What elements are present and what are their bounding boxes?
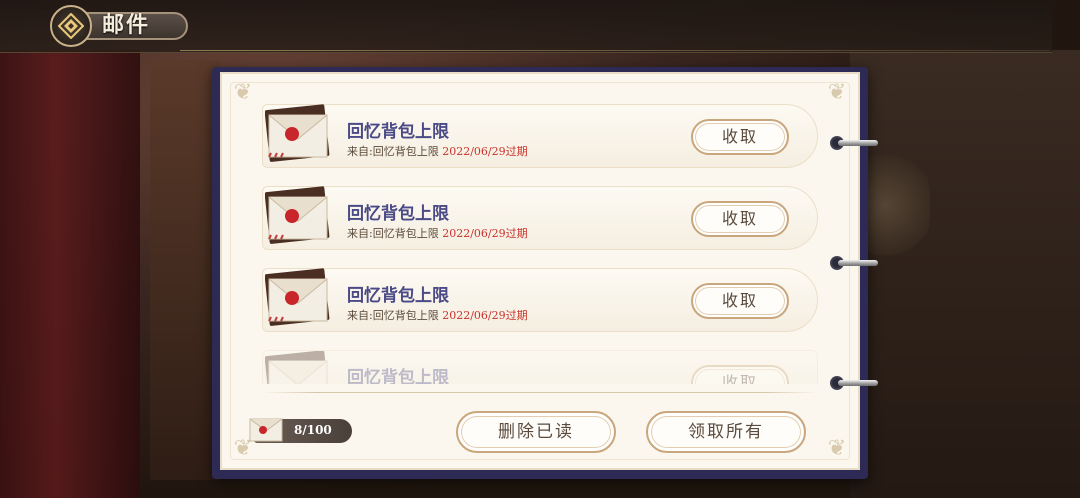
background-wall xyxy=(850,50,1080,498)
envelope-icon xyxy=(265,104,330,162)
mail-meta: 来自:回忆背包上限 2022/06/29过期 xyxy=(347,307,528,323)
corner-ornament-icon: ❦ xyxy=(827,436,847,461)
mail-meta: 来自:回忆背包上限 2022/06/29过期 xyxy=(347,143,528,159)
mail-panel: ❦ ❦ ❦ ❦ 回忆背包上限 来自:回忆背包上限 2022/06/29过期 收取… xyxy=(220,72,860,470)
mail-expiry: 2022/06/29过期 xyxy=(442,309,528,322)
diamond-emblem-icon[interactable] xyxy=(50,5,92,47)
mail-expiry: 2022/06/29过期 xyxy=(442,227,528,240)
corner-ornament-icon: ❦ xyxy=(233,80,253,105)
mail-title: 回忆背包上限 xyxy=(347,204,449,224)
mail-item[interactable]: 回忆背包上限 来自:回忆背包上限 2022/06/29过期 收取 xyxy=(262,186,818,250)
envelope-icon xyxy=(265,351,330,384)
corner-ornament-icon: ❦ xyxy=(827,80,847,105)
binder-ring-icon xyxy=(830,376,878,390)
envelope-icon xyxy=(249,418,283,442)
delete-read-button[interactable]: 删除已读 xyxy=(456,411,616,453)
mail-title: 回忆背包上限 xyxy=(347,286,449,306)
mail-title: 回忆背包上限 xyxy=(347,368,449,384)
claim-button[interactable]: 收取 xyxy=(691,283,789,319)
binder-ring-icon xyxy=(830,136,878,150)
mail-item[interactable]: 回忆背包上限 来自:回忆背包上限 2022/06/29过期 收取 xyxy=(262,268,818,332)
mail-count-badge: 8/100 xyxy=(249,418,352,443)
mail-meta: 来自:回忆背包上限 2022/06/29过期 xyxy=(347,225,528,241)
claim-button[interactable]: 收取 xyxy=(691,119,789,155)
mail-title: 回忆背包上限 xyxy=(347,122,449,142)
envelope-icon xyxy=(265,186,330,244)
header-divider xyxy=(180,50,1050,51)
mail-count-text: 8/100 xyxy=(294,423,332,437)
mail-sender: 来自:回忆背包上限 xyxy=(347,227,439,240)
mail-item[interactable]: 回忆背包上限 来自:回忆背包上限 2022/06/29过期 收取 xyxy=(262,104,818,168)
background-shelf xyxy=(150,60,220,480)
claim-button[interactable]: 收取 xyxy=(691,365,789,384)
mail-expiry: 2022/06/29过期 xyxy=(442,145,528,158)
page-title: 邮件 xyxy=(102,12,151,38)
background-curtain xyxy=(0,50,140,498)
envelope-icon xyxy=(265,268,330,326)
binder-ring-icon xyxy=(830,256,878,270)
claim-all-button[interactable]: 领取所有 xyxy=(646,411,806,453)
mail-sender: 来自:回忆背包上限 xyxy=(347,145,439,158)
mail-sender: 来自:回忆背包上限 xyxy=(347,309,439,322)
mail-item[interactable]: 回忆背包上限 收取 xyxy=(262,350,818,384)
top-bar: 邮件 xyxy=(0,0,1052,53)
claim-button[interactable]: 收取 xyxy=(691,201,789,237)
list-divider xyxy=(262,392,818,393)
